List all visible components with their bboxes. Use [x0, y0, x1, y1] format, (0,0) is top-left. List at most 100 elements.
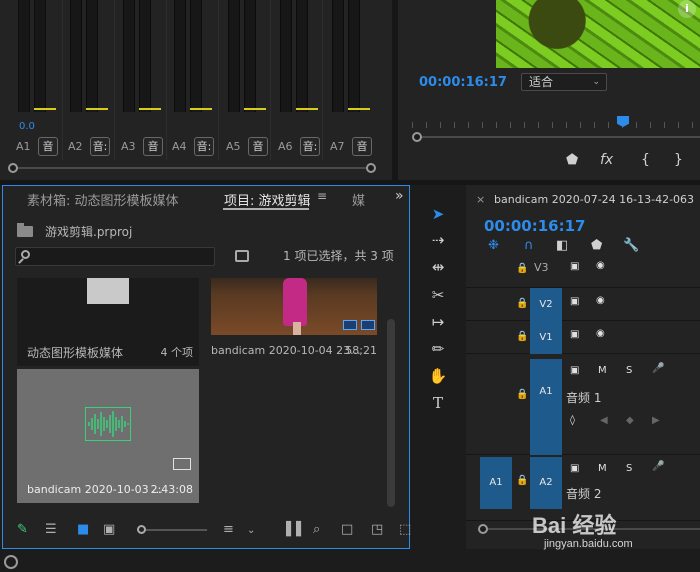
scroll-handle-left[interactable] — [412, 132, 422, 142]
lock-icon[interactable]: 🔒 — [516, 389, 528, 400]
zoom-fit-select[interactable]: 适合 ⌄ — [521, 73, 607, 91]
add-keyframe-icon[interactable]: ◆ — [626, 415, 634, 426]
track-label-a1[interactable]: A1 — [530, 359, 562, 455]
more-tabs-icon[interactable]: » — [395, 188, 404, 204]
eye-icon[interactable]: ◉ — [596, 260, 605, 271]
lock-icon[interactable]: 🔒 — [516, 263, 528, 274]
zoom-slider-handle[interactable] — [137, 525, 146, 534]
wrench-icon[interactable]: 🔧 — [623, 238, 639, 253]
sequence-title[interactable]: bandicam 2020-07-24 16-13-42-063 — [494, 193, 694, 206]
solo-button[interactable]: S — [626, 463, 632, 474]
find-icon[interactable]: ⌕ — [313, 522, 320, 537]
track-a2[interactable]: A1 🔒 A2 ▣ M S 🎤 音频 2 — [466, 457, 700, 521]
previous-keyframe-icon[interactable]: ◀ — [600, 415, 608, 426]
mute-button[interactable]: M — [598, 463, 607, 474]
sync-lock-icon[interactable]: ▣ — [570, 296, 579, 307]
channel-button-a3[interactable]: 音 — [143, 137, 163, 156]
tab-project[interactable]: 项目: 游戏剪辑 — [224, 190, 311, 209]
track-a1[interactable]: 🔒 A1 ▣ M S 🎤 音频 1 ◊ ◀ ◆ ▶ — [466, 359, 700, 455]
slip-tool-icon[interactable]: ↦ — [428, 312, 448, 332]
close-icon[interactable]: × — [476, 193, 485, 206]
new-bin-icon[interactable]: □ — [341, 522, 353, 537]
nest-icon[interactable]: ❉ — [488, 238, 499, 253]
source-patch-a1[interactable]: A1 — [480, 457, 512, 509]
tab-media-browser[interactable]: 媒 — [352, 190, 365, 209]
mark-out-button[interactable]: } — [674, 152, 683, 168]
mute-button[interactable]: M — [598, 365, 607, 376]
lock-icon[interactable]: 🔒 — [516, 298, 528, 309]
snap-icon[interactable]: ∩ — [524, 238, 534, 253]
eye-icon[interactable]: ◉ — [596, 295, 605, 306]
channel-button-a6[interactable]: 音: — [300, 137, 320, 156]
find-icon[interactable] — [235, 250, 249, 262]
eye-icon[interactable]: ◉ — [596, 328, 605, 339]
program-video-frame[interactable]: i — [496, 0, 700, 68]
track-select-tool-icon[interactable]: ⇢ — [428, 230, 448, 250]
project-scrollbar[interactable] — [387, 319, 395, 507]
icon-view-icon[interactable]: ■ — [77, 522, 89, 537]
search-input[interactable] — [15, 247, 215, 266]
project-item-video[interactable]: bandicam 2020-10-04 23... 58;21 — [211, 278, 385, 366]
scroll-handle-left[interactable] — [8, 163, 18, 173]
add-marker-icon[interactable]: ⬟ — [591, 238, 602, 253]
panel-menu-icon[interactable]: ≡ — [317, 189, 327, 203]
list-view-icon[interactable]: ☰ — [45, 522, 57, 537]
creative-cloud-icon[interactable] — [4, 555, 18, 569]
effects-button[interactable]: fx — [600, 152, 613, 168]
keyframe-icon[interactable]: ◊ — [570, 415, 575, 426]
scroll-handle-right[interactable] — [366, 163, 376, 173]
sort-icon[interactable]: ≡ — [223, 522, 234, 537]
timeline-timecode[interactable]: 00:00:16:17 — [484, 217, 586, 235]
monitor-scrollbar[interactable] — [412, 130, 700, 144]
automate-to-sequence-icon[interactable]: ▐▐ — [281, 522, 301, 537]
sync-lock-icon[interactable]: ▣ — [570, 329, 579, 340]
freeform-view-icon[interactable]: ▣ — [103, 522, 115, 537]
next-keyframe-icon[interactable]: ▶ — [652, 415, 660, 426]
tab-bin[interactable]: 素材箱: 动态图形模板媒体 — [27, 190, 179, 209]
channel-button-a5[interactable]: 音 — [248, 137, 268, 156]
delete-icon[interactable]: ⬚ — [399, 522, 411, 537]
meter-a3 — [119, 0, 171, 112]
lock-icon[interactable]: 🔒 — [516, 331, 528, 342]
project-item-bin[interactable]: 动态图形模板媒体 4 个项 — [17, 278, 199, 366]
zoom-slider[interactable] — [137, 529, 207, 531]
sync-lock-icon[interactable]: ▣ — [570, 463, 579, 474]
microphone-icon[interactable]: 🎤 — [652, 461, 664, 472]
sync-lock-icon[interactable]: ▣ — [570, 261, 579, 272]
track-label-a2[interactable]: A2 — [530, 457, 562, 509]
type-tool-icon[interactable]: T — [428, 393, 448, 413]
scroll-handle-left[interactable] — [478, 524, 488, 534]
hand-tool-icon[interactable]: ✋ — [428, 366, 448, 386]
channel-label-a1: A1 — [16, 140, 31, 153]
channel-button-a4[interactable]: 音: — [194, 137, 214, 156]
project-item-audio[interactable]: bandicam 2020-10-03 ... 2:43:08 — [17, 369, 199, 503]
linked-selection-icon[interactable]: ◧ — [556, 238, 568, 253]
track-v2[interactable]: 🔒 V2 ▣ ◉ — [466, 288, 700, 321]
playhead-timecode[interactable]: 00:00:16:17 — [419, 75, 507, 90]
track-v3[interactable]: 🔒 V3 ▣ ◉ — [466, 255, 700, 288]
track-label-v1[interactable]: V1 — [530, 321, 562, 354]
pen-tool-icon[interactable]: ✏ — [428, 339, 448, 359]
sync-lock-icon[interactable]: ▣ — [570, 365, 579, 376]
track-v1[interactable]: 🔒 V1 ▣ ◉ — [466, 321, 700, 354]
add-marker-button[interactable]: ⬟ — [566, 152, 578, 168]
info-icon[interactable]: i — [678, 0, 696, 18]
mixer-scrollbar[interactable] — [8, 161, 376, 175]
microphone-icon[interactable]: 🎤 — [652, 363, 664, 374]
new-item-icon[interactable]: ◳ — [371, 522, 383, 537]
mark-in-button[interactable]: { — [641, 152, 650, 168]
pencil-icon[interactable]: ✎ — [17, 522, 28, 537]
chevron-down-icon[interactable]: ⌄ — [247, 525, 255, 536]
ripple-edit-tool-icon[interactable]: ⇹ — [428, 257, 448, 277]
selection-tool-icon[interactable]: ➤ — [428, 204, 448, 224]
track-label-v2[interactable]: V2 — [530, 288, 562, 321]
solo-button[interactable]: S — [626, 365, 632, 376]
channel-button-a7[interactable]: 音 — [352, 137, 372, 156]
volume-readout[interactable]: 0.0 — [19, 121, 35, 132]
channel-button-a2[interactable]: 音: — [90, 137, 110, 156]
lock-icon[interactable]: 🔒 — [516, 475, 528, 486]
timeline-scrollbar[interactable] — [478, 522, 700, 536]
channel-button-a1[interactable]: 音 — [38, 137, 58, 156]
time-ruler[interactable] — [412, 118, 700, 128]
razor-tool-icon[interactable]: ✂ — [428, 285, 448, 305]
